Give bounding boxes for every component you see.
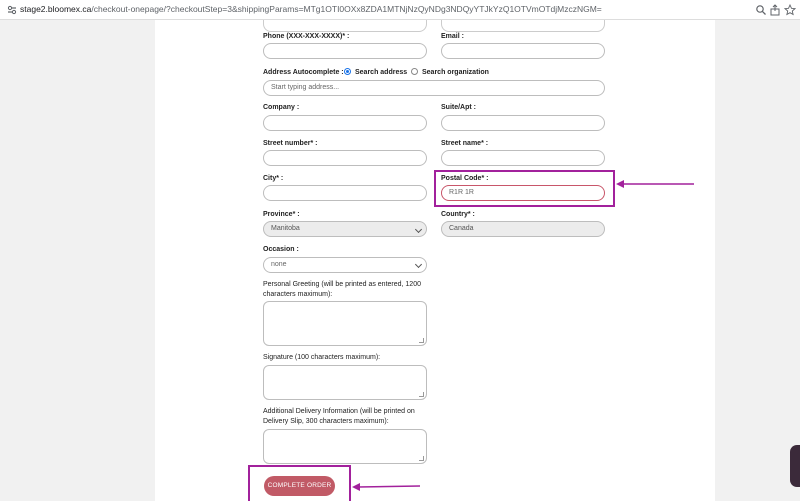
street-name-label: Street name* : bbox=[441, 140, 489, 147]
signature-label: Signature (100 characters maximum): bbox=[263, 354, 381, 361]
search-organization-radio[interactable] bbox=[411, 68, 418, 75]
address-autocomplete-label: Address Autocomplete : bbox=[263, 69, 344, 76]
suite-label: Suite/Apt : bbox=[441, 104, 476, 111]
occasion-label: Occasion : bbox=[263, 246, 299, 253]
signature-textarea[interactable] bbox=[263, 365, 427, 400]
resize-handle[interactable] bbox=[419, 456, 424, 461]
email-input[interactable] bbox=[441, 43, 605, 59]
chat-widget-button[interactable] bbox=[790, 445, 800, 487]
phone-input[interactable] bbox=[263, 43, 427, 59]
country-value: Canada bbox=[449, 225, 474, 232]
search-address-radio[interactable] bbox=[344, 68, 351, 75]
cut-off-field-left[interactable] bbox=[263, 20, 427, 32]
street-name-input[interactable] bbox=[441, 150, 605, 166]
share-icon[interactable] bbox=[769, 4, 781, 16]
arrow-icon bbox=[352, 483, 421, 491]
complete-order-button[interactable]: COMPLETE ORDER bbox=[264, 476, 335, 496]
arrow-icon bbox=[616, 180, 694, 188]
country-field: Canada bbox=[441, 221, 605, 237]
occasion-select[interactable]: none bbox=[263, 257, 427, 273]
url-host: stage2.bloomex.ca bbox=[20, 4, 92, 14]
postal-code-value: R1R 1R bbox=[449, 189, 474, 196]
url-text[interactable]: stage2.bloomex.ca/checkout-onepage/?chec… bbox=[20, 4, 602, 14]
company-label: Company : bbox=[263, 104, 300, 111]
delivery-info-textarea[interactable] bbox=[263, 429, 427, 464]
street-number-label: Street number* : bbox=[263, 140, 318, 147]
personal-greeting-textarea[interactable] bbox=[263, 301, 427, 346]
delivery-info-label-line2: Delivery Slip, 300 characters maximum): bbox=[263, 418, 389, 425]
occasion-value: none bbox=[271, 261, 287, 268]
address-placeholder: Start typing address... bbox=[271, 84, 340, 91]
resize-handle[interactable] bbox=[419, 392, 424, 397]
browser-address-bar[interactable]: stage2.bloomex.ca/checkout-onepage/?chec… bbox=[0, 0, 800, 20]
cut-off-field-right[interactable] bbox=[441, 20, 605, 32]
chevron-down-icon bbox=[414, 260, 423, 269]
greeting-label-line1: Personal Greeting (will be printed as en… bbox=[263, 281, 421, 288]
star-icon[interactable] bbox=[784, 4, 796, 16]
url-path: /checkout-onepage/?checkoutStep=3&shippi… bbox=[91, 4, 602, 14]
suite-input[interactable] bbox=[441, 115, 605, 131]
country-label: Country* : bbox=[441, 211, 475, 218]
search-address-label[interactable]: Search address bbox=[355, 69, 407, 76]
greeting-label-line2: characters maximum): bbox=[263, 291, 333, 298]
resize-handle[interactable] bbox=[419, 338, 424, 343]
search-organization-label[interactable]: Search organization bbox=[422, 69, 489, 76]
chevron-down-icon bbox=[414, 225, 423, 234]
province-label: Province* : bbox=[263, 211, 300, 218]
phone-label: Phone (XXX-XXX-XXXX)* : bbox=[263, 33, 350, 40]
email-label: Email : bbox=[441, 33, 464, 40]
postal-code-label: Postal Code* : bbox=[441, 175, 489, 182]
postal-code-input[interactable]: R1R 1R bbox=[441, 185, 605, 201]
delivery-info-label-line1: Additional Delivery Information (will be… bbox=[263, 408, 415, 415]
province-select[interactable]: Manitoba bbox=[263, 221, 427, 237]
province-value: Manitoba bbox=[271, 225, 300, 232]
tune-icon[interactable] bbox=[6, 4, 18, 16]
city-label: City* : bbox=[263, 175, 284, 182]
zoom-icon[interactable] bbox=[755, 4, 767, 16]
street-number-input[interactable] bbox=[263, 150, 427, 166]
address-search-input[interactable]: Start typing address... bbox=[263, 80, 605, 96]
city-input[interactable] bbox=[263, 185, 427, 201]
company-input[interactable] bbox=[263, 115, 427, 131]
